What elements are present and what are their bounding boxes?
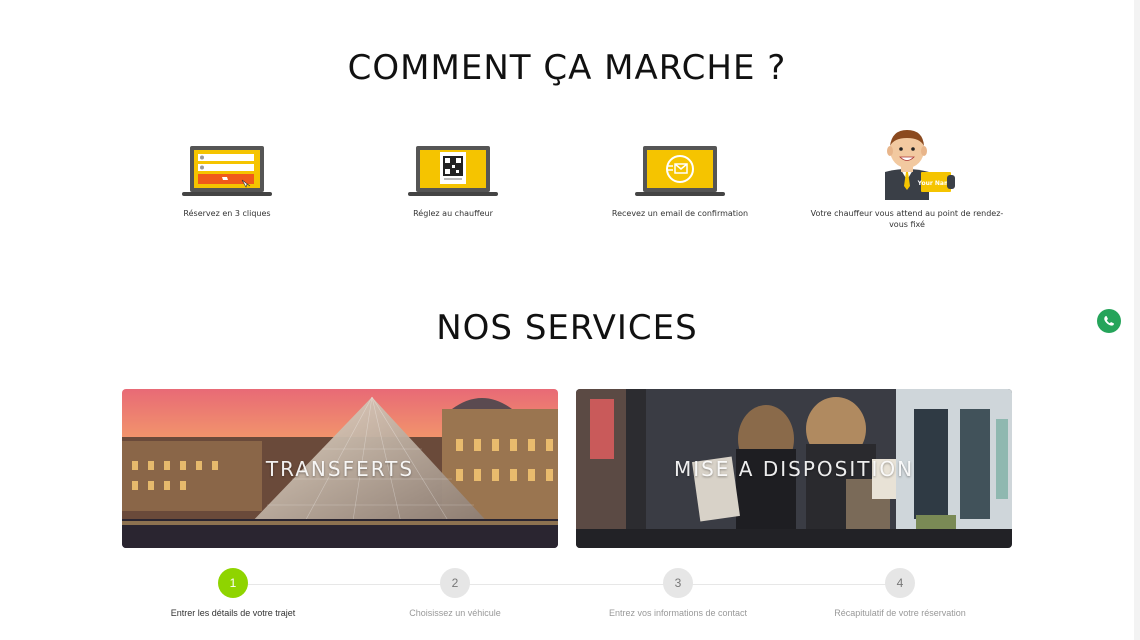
page-edge xyxy=(1134,0,1140,640)
service-card-transferts[interactable]: TRANSFERTS xyxy=(122,389,558,548)
how-step-2-caption: Réglez au chauffeur xyxy=(413,209,493,218)
how-step-4-caption: Votre chauffeur vous attend au point de … xyxy=(810,209,1004,229)
booking-step-1[interactable]: 1 Entrer les détails de votre trajet xyxy=(122,568,344,618)
how-step-2: Réglez au chauffeur xyxy=(348,122,558,219)
booking-step-2[interactable]: 2 Choisissez un véhicule xyxy=(344,568,566,618)
how-step-3-caption: Recevez un email de confirmation xyxy=(611,209,749,218)
how-step-1-caption: Réservez en 3 cliques xyxy=(183,209,271,218)
booking-step-1-number: 1 xyxy=(218,568,248,598)
how-step-3: Recevez un email de confirmation xyxy=(575,122,785,219)
how-it-works-grid: Réservez en 3 cliques Réglez au chauffeu… xyxy=(122,122,1012,242)
how-it-works-title: COMMENT ÇA MARCHE ? xyxy=(347,48,787,88)
whatsapp-icon[interactable] xyxy=(1097,309,1121,333)
services-grid: TRANSFERTS MISE A DISPOSITION xyxy=(122,389,1012,549)
booking-step-2-number: 2 xyxy=(440,568,470,598)
booking-step-4-number: 4 xyxy=(885,568,915,598)
booking-stepper: 1 Entrer les détails de votre trajet 2 C… xyxy=(122,568,1012,628)
booking-step-3-label: Entrez vos informations de contact xyxy=(608,608,748,618)
booking-step-2-label: Choisissez un véhicule xyxy=(409,608,501,618)
how-step-1: Réservez en 3 cliques xyxy=(122,122,332,219)
booking-step-3[interactable]: 3 Entrez vos informations de contact xyxy=(567,568,789,618)
booking-step-1-label: Entrer les détails de votre trajet xyxy=(170,608,296,618)
service-card-mise-a-disposition-label: MISE A DISPOSITION xyxy=(673,457,915,481)
laptop-email-icon xyxy=(635,146,725,196)
booking-step-4-label: Récapitulatif de votre réservation xyxy=(834,608,966,618)
laptop-booking-form-icon xyxy=(182,146,272,196)
service-card-mise-a-disposition[interactable]: MISE A DISPOSITION xyxy=(576,389,1012,548)
laptop-qr-code-icon xyxy=(408,146,498,196)
service-card-transferts-label: TRANSFERTS xyxy=(265,457,415,481)
services-title: NOS SERVICES xyxy=(436,308,698,348)
how-step-4: Your Name Votre chauffeur vous attend au… xyxy=(802,122,1012,230)
booking-step-4[interactable]: 4 Récapitulatif de votre réservation xyxy=(789,568,1011,618)
booking-step-3-number: 3 xyxy=(663,568,693,598)
chauffeur-name-sign-icon: Your Name xyxy=(885,130,955,200)
